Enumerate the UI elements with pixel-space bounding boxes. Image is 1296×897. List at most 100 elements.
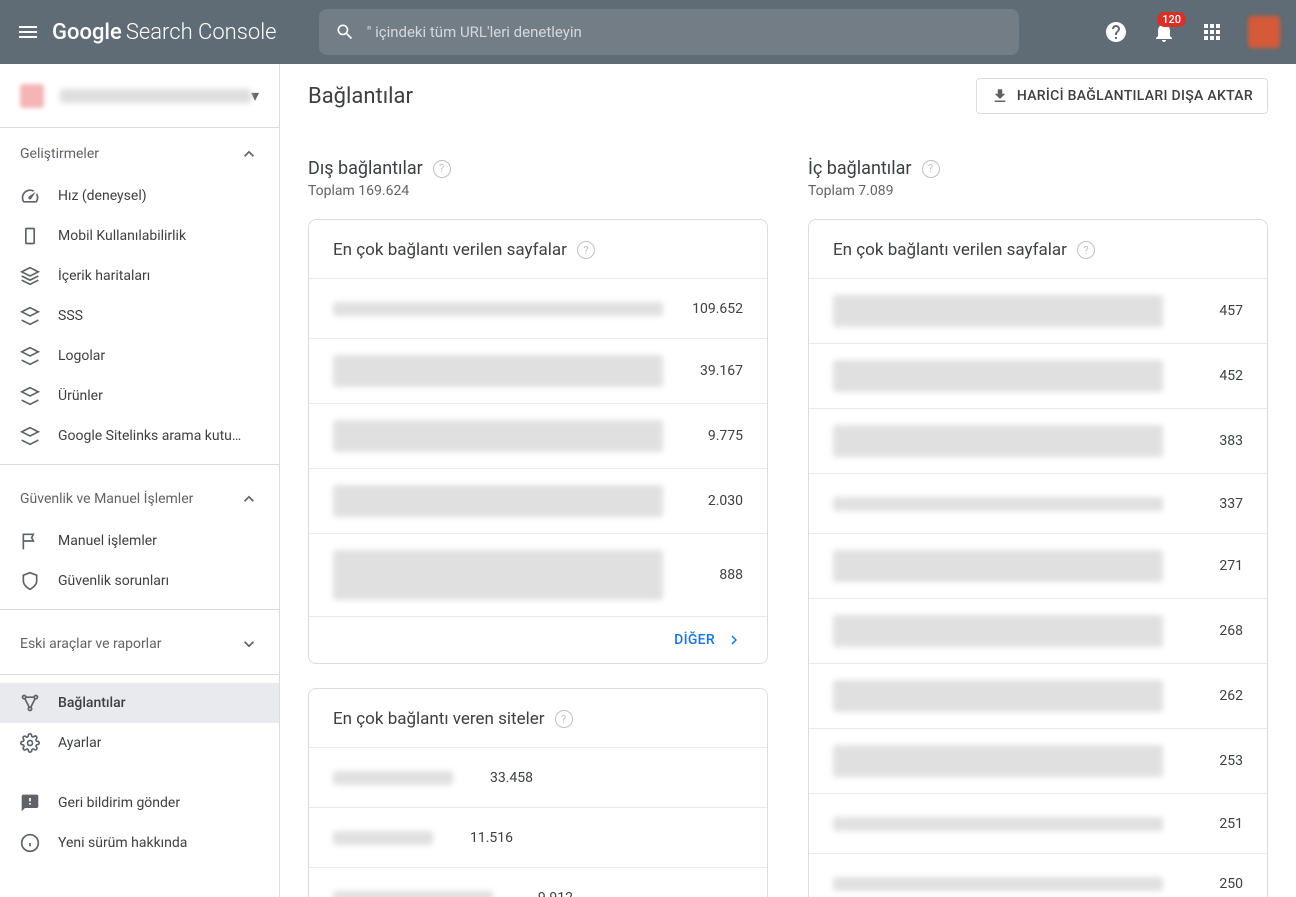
table-row[interactable]: 268 — [809, 598, 1267, 663]
nav-faq[interactable]: SSS — [0, 296, 279, 336]
property-selector[interactable]: ▾ — [0, 64, 279, 128]
row-value: 271 — [1183, 558, 1243, 574]
export-button[interactable]: HARİCİ BAĞLANTILARI DIŞA AKTAR — [976, 78, 1268, 114]
row-value: 337 — [1183, 496, 1243, 512]
nav-label: SSS — [58, 308, 83, 324]
nav-about[interactable]: Yeni sürüm hakkında — [0, 823, 279, 863]
nav-label: Geri bildirim gönder — [58, 795, 180, 811]
table-row[interactable]: 452 — [809, 343, 1267, 408]
info-icon — [20, 833, 40, 853]
section-label: Güvenlik ve Manuel İşlemler — [20, 491, 193, 507]
help-icon[interactable]: ? — [577, 241, 595, 259]
nav-label: Mobil Kullanılabilirlik — [58, 228, 186, 244]
table-row[interactable]: 2.030 — [309, 468, 767, 533]
chevron-up-icon — [239, 144, 259, 164]
card-title: En çok bağlantı veren siteler — [333, 709, 545, 729]
row-value: 268 — [1183, 623, 1243, 639]
card-top-linked-pages-internal: En çok bağlantı verilen sayfalar? 457 45… — [808, 219, 1268, 897]
help-icon[interactable]: ? — [922, 160, 940, 178]
page-header: Bağlantılar HARİCİ BAĞLANTILARI DIŞA AKT… — [280, 64, 1296, 128]
mobile-icon — [20, 226, 40, 246]
nav-products[interactable]: Ürünler — [0, 376, 279, 416]
export-label: HARİCİ BAĞLANTILARI DIŞA AKTAR — [1017, 88, 1253, 104]
table-row[interactable]: 39.167 — [309, 338, 767, 403]
section-enhancements[interactable]: Geliştirmeler — [0, 128, 279, 176]
row-value: 109.652 — [683, 301, 743, 317]
feedback-icon — [20, 793, 40, 813]
table-row[interactable]: 109.652 — [309, 278, 767, 338]
row-value: 262 — [1183, 688, 1243, 704]
help-icon[interactable]: ? — [555, 710, 573, 728]
column-total: Toplam 7.089 — [808, 183, 1268, 199]
row-value: 9.912 — [513, 890, 573, 897]
nav-manual-actions[interactable]: Manuel işlemler — [0, 521, 279, 561]
table-row[interactable]: 383 — [809, 408, 1267, 473]
more-button[interactable]: DİĞER — [309, 616, 767, 663]
chevron-down-icon: ▾ — [251, 86, 259, 105]
table-row[interactable]: 9.912 — [309, 867, 767, 897]
nav-speed[interactable]: Hız (deneysel) — [0, 176, 279, 216]
nav-settings[interactable]: Ayarlar — [0, 723, 279, 763]
nav-sitelinks[interactable]: Google Sitelinks arama kutu… — [0, 416, 279, 456]
table-row[interactable]: 271 — [809, 533, 1267, 598]
redacted-url — [833, 360, 1163, 392]
nav-label: Ayarlar — [58, 735, 101, 751]
nav-links[interactable]: Bağlantılar — [0, 683, 279, 723]
help-icon[interactable]: ? — [433, 160, 451, 178]
help-icon[interactable] — [1104, 20, 1128, 44]
layers-icon — [20, 306, 40, 326]
section-security[interactable]: Güvenlik ve Manuel İşlemler — [0, 473, 279, 521]
section-label: Eski araçlar ve raporlar — [20, 636, 161, 652]
redacted-url — [833, 877, 1163, 891]
row-value: 251 — [1183, 816, 1243, 832]
nav-label: Manuel işlemler — [58, 533, 157, 549]
row-value: 457 — [1183, 303, 1243, 319]
row-value: 39.167 — [683, 363, 743, 379]
nav-feedback[interactable]: Geri bildirim gönder — [0, 783, 279, 823]
menu-icon[interactable] — [16, 20, 40, 44]
apps-icon[interactable] — [1200, 20, 1224, 44]
divider — [0, 674, 279, 675]
card-top-linking-sites: En çok bağlantı veren siteler? 33.458 11… — [308, 688, 768, 897]
table-row[interactable]: 9.775 — [309, 403, 767, 468]
table-row[interactable]: 888 — [309, 533, 767, 616]
help-icon[interactable]: ? — [1077, 241, 1095, 259]
redacted-url — [833, 745, 1163, 777]
table-row[interactable]: 457 — [809, 278, 1267, 343]
table-row[interactable]: 11.516 — [309, 807, 767, 867]
nav-security-issues[interactable]: Güvenlik sorunları — [0, 561, 279, 601]
layers-icon — [20, 426, 40, 446]
table-row[interactable]: 250 — [809, 853, 1267, 897]
table-row[interactable]: 262 — [809, 663, 1267, 728]
redacted-url — [333, 302, 663, 316]
search-bar[interactable] — [319, 9, 1019, 55]
user-avatar[interactable] — [1248, 16, 1280, 48]
table-row[interactable]: 251 — [809, 793, 1267, 853]
shield-icon — [20, 571, 40, 591]
app-logo: Google Search Console — [52, 20, 277, 45]
main-content: Bağlantılar HARİCİ BAĞLANTILARI DIŞA AKT… — [280, 64, 1296, 897]
redacted-url — [333, 771, 453, 785]
table-row[interactable]: 253 — [809, 728, 1267, 793]
layers-icon — [20, 386, 40, 406]
column-title: İç bağlantılar — [808, 158, 912, 179]
nav-logos[interactable]: Logolar — [0, 336, 279, 376]
column-total: Toplam 169.624 — [308, 183, 768, 199]
redacted-url — [333, 420, 663, 452]
redacted-url — [333, 355, 663, 387]
nav-mobile[interactable]: Mobil Kullanılabilirlik — [0, 216, 279, 256]
layers-icon — [20, 346, 40, 366]
table-row[interactable]: 33.458 — [309, 747, 767, 807]
redacted-url — [333, 550, 663, 600]
row-value: 33.458 — [473, 770, 533, 786]
section-legacy[interactable]: Eski araçlar ve raporlar — [0, 618, 279, 666]
table-row[interactable]: 337 — [809, 473, 1267, 533]
chevron-down-icon — [239, 634, 259, 654]
search-input[interactable] — [367, 23, 1003, 41]
row-value: 452 — [1183, 368, 1243, 384]
card-title: En çok bağlantı verilen sayfalar — [833, 240, 1067, 260]
nav-sitemaps[interactable]: İçerik haritaları — [0, 256, 279, 296]
notifications-icon[interactable]: 120 — [1152, 20, 1176, 44]
section-label: Geliştirmeler — [20, 146, 99, 162]
header-actions: 120 — [1104, 16, 1280, 48]
